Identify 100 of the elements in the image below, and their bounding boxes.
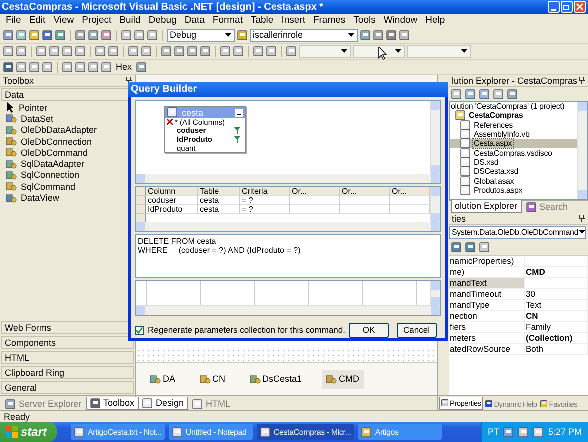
property-name[interactable]: mandText [449,278,525,288]
toolbar-icon[interactable] [42,62,53,72]
menu-item[interactable]: Frames [309,15,350,26]
toolbar-icon[interactable] [174,46,185,57]
component-item[interactable]: DA [146,370,180,388]
toolbar-icon[interactable] [451,242,462,253]
toolbox-item[interactable]: SqlCommand [0,181,76,192]
toolbox-item[interactable]: SqlDataAdapter [0,158,85,170]
toolbar-icon[interactable] [62,62,73,72]
style-dropdown[interactable] [299,45,351,58]
menu-item[interactable]: Window [380,15,422,26]
toolbar-icon[interactable] [95,46,106,57]
toolbar-icon[interactable] [121,30,132,40]
toolbar-icon[interactable] [88,62,99,72]
toolbar-icon[interactable] [465,88,476,100]
property-name[interactable]: me) [449,267,525,277]
column-header[interactable]: Criteria [240,187,290,196]
view-tab[interactable]: HTML [189,398,234,410]
property-name[interactable]: nection [449,311,525,321]
toolbar-icon[interactable] [161,46,172,57]
tree-item[interactable]: Global.asax [450,176,577,186]
toolbar-icon[interactable] [75,30,86,40]
grid-cell[interactable]: coduser [146,196,198,205]
close-button[interactable] [574,1,586,13]
toolbox-category[interactable]: Clipboard Ring [1,366,134,379]
pin-icon[interactable] [579,77,585,84]
toolbar-icon[interactable] [253,46,264,57]
property-name[interactable]: meters [449,333,525,343]
toolbar-icon[interactable] [108,46,119,57]
toolbox-category[interactable]: HTML [1,351,134,364]
panel-tab[interactable]: Search [522,201,572,213]
toolbox-item[interactable]: DataSet [0,113,54,125]
toolbar-icon[interactable] [518,426,530,438]
property-value[interactable]: Family [525,322,588,332]
toolbox-item[interactable]: Pointer [0,102,48,114]
panel-tab[interactable]: Toolbox [86,397,139,410]
toolbar-icon[interactable] [533,426,544,438]
tree-item[interactable]: AssemblyInfo.vb [450,130,577,140]
toolbar-icon[interactable] [360,30,371,40]
toolbar-icon[interactable] [16,62,27,72]
property-value[interactable]: (Collection) [525,333,588,343]
menu-item[interactable]: Table [246,15,278,26]
tree-item[interactable]: Cesta.aspx [450,139,577,148]
grid-cell[interactable]: = ? [240,205,290,214]
toolbar-icon[interactable] [141,46,152,57]
toolbar-icon[interactable] [36,46,47,57]
toolbox-category[interactable]: General [1,381,134,394]
dialog-button[interactable]: OK [349,322,389,338]
column-header[interactable]: Or... [340,187,390,196]
taskbar-button[interactable]: CestaCompras - Micr... [256,424,354,440]
property-value[interactable]: Both [525,344,588,354]
scrollbar[interactable] [577,102,587,199]
toolbar-icon[interactable] [101,30,112,40]
scrollbar[interactable] [430,281,440,306]
dialog-button[interactable]: Cancel [396,322,437,338]
toolbar-icon[interactable] [29,62,40,72]
configuration-dropdown[interactable]: Debug [167,28,235,42]
menu-item[interactable]: Format [208,15,247,26]
toolbar-icon[interactable] [399,30,410,40]
toolbox-item[interactable]: OleDbCommand [0,147,88,158]
checkbox[interactable] [135,326,144,334]
toolbox-item[interactable]: OleDbDataAdapter [0,124,98,136]
toolbar-icon[interactable] [128,46,139,57]
toolbar-icon[interactable] [49,46,60,57]
toolbar-icon[interactable] [3,46,14,57]
toolbar-icon[interactable] [42,30,53,40]
component-item[interactable]: DsCesta1 [246,370,306,388]
grid-cell[interactable]: = ? [240,196,290,205]
tree-item[interactable]: Produtos.aspx [450,186,577,195]
toolbar-icon[interactable] [16,46,27,57]
grid-cell[interactable] [340,196,390,205]
property-name[interactable]: mandType [449,300,525,310]
toolbar-icon[interactable] [237,30,248,40]
toolbar-icon[interactable] [134,30,145,40]
view-tab[interactable]: Design [138,397,188,410]
toolbar-icon[interactable] [187,46,198,57]
tree-item[interactable]: CestaCompras [450,111,577,121]
grid-cell[interactable]: cesta [198,196,240,205]
toolbar-icon[interactable] [465,242,476,253]
toolbar-icon[interactable] [493,88,504,100]
column-header[interactable]: Or... [290,187,340,196]
menu-item[interactable]: Debug [144,15,181,26]
toolbar-icon[interactable] [373,30,384,40]
toolbar-icon[interactable] [88,30,99,40]
toolbox-item[interactable]: DataView [0,192,60,204]
toolbar-icon[interactable] [503,426,514,438]
scrollbar[interactable] [430,101,440,174]
scrollbar[interactable] [136,306,440,315]
grid-cell[interactable]: cesta [198,205,240,214]
menu-item[interactable]: Tools [350,15,380,26]
menu-item[interactable]: Project [78,15,116,26]
property-value[interactable]: CMD [525,267,588,277]
find-combobox[interactable]: iscallerinrole [250,28,358,42]
toolbar-icon[interactable] [29,30,40,40]
menu-item[interactable]: Help [422,15,450,26]
toolbar-icon[interactable] [16,30,27,40]
scrollbar[interactable] [136,174,440,183]
font-dropdown[interactable] [353,45,405,58]
component-item[interactable]: CMD [322,370,364,388]
toolbar-icon[interactable] [147,30,158,40]
